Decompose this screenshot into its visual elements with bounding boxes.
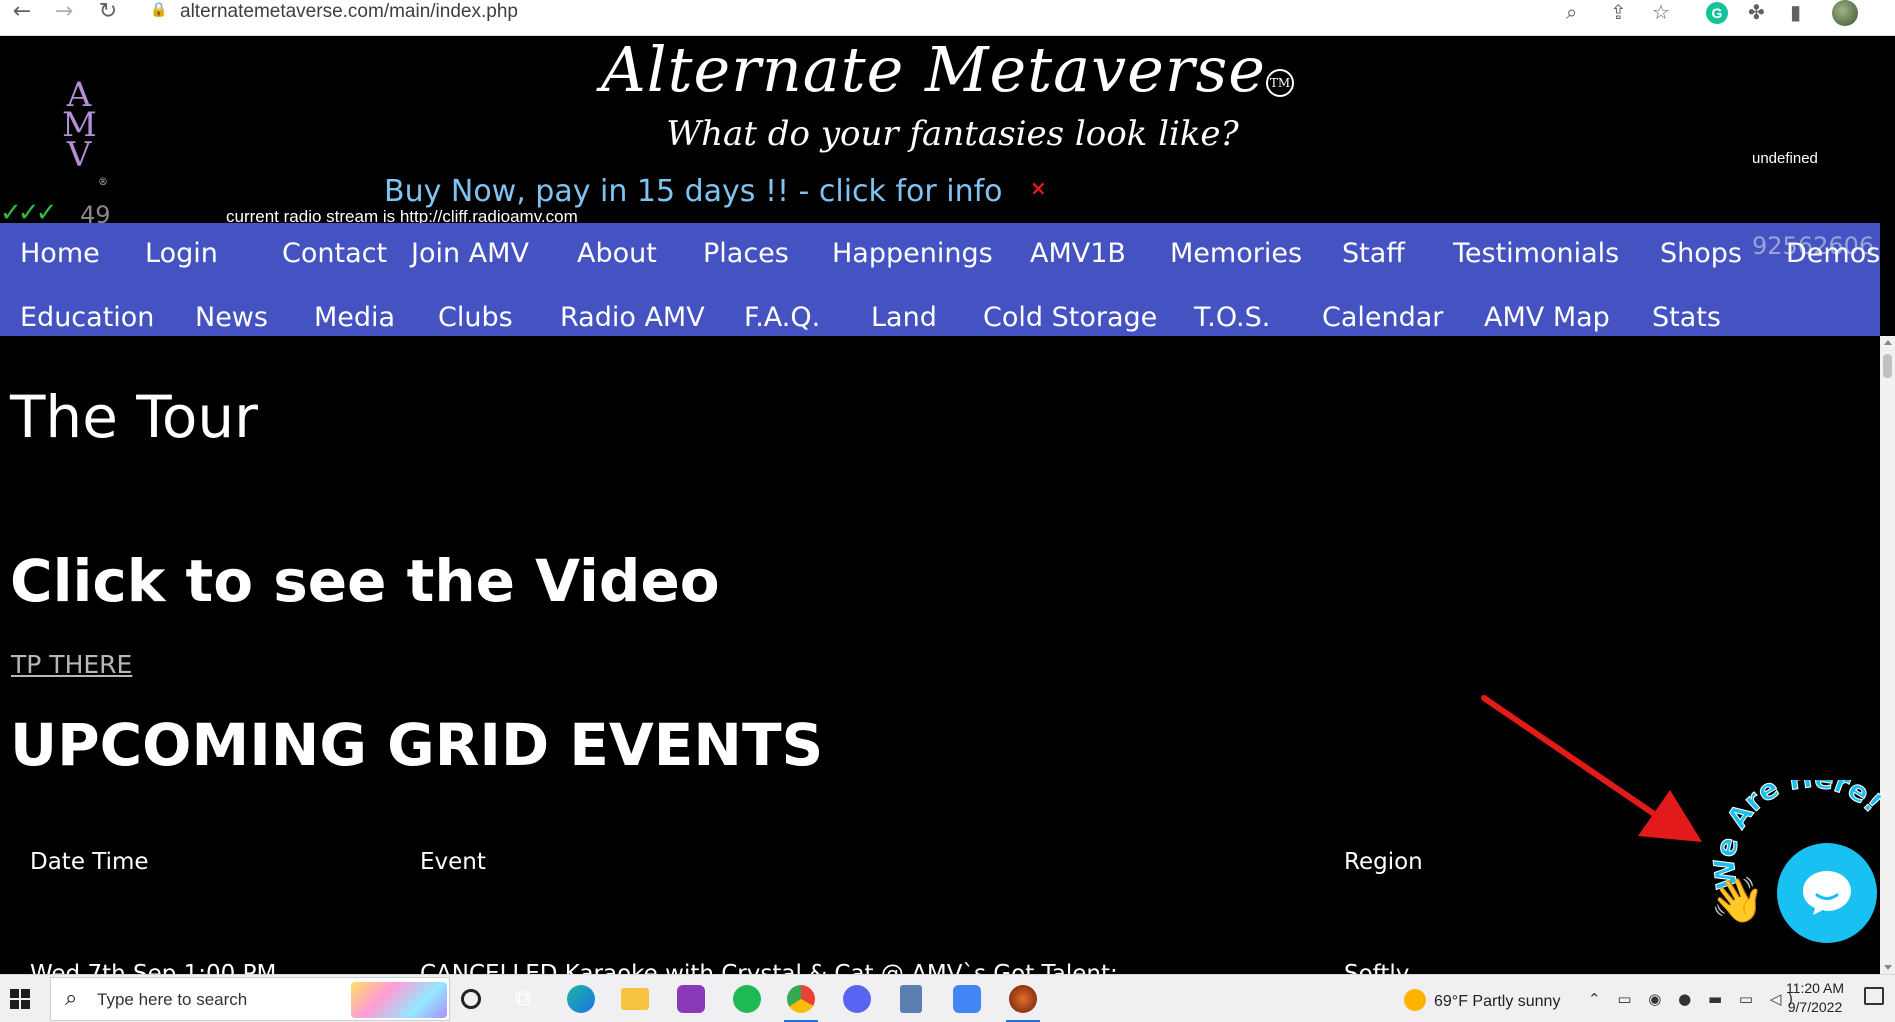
system-tray-icons[interactable]: ⌃ ▭ ◉ ● ▬ ▭ ◁) xyxy=(1588,989,1799,1009)
site-title: Alternate Metaverse TM xyxy=(0,36,1895,104)
clock-time: 11:20 AM xyxy=(1785,980,1845,996)
nav-login[interactable]: Login xyxy=(145,237,218,271)
nav-clubs[interactable]: Clubs xyxy=(438,301,513,335)
file-explorer-icon[interactable] xyxy=(618,981,652,1017)
nav-education[interactable]: Education xyxy=(20,301,154,335)
upcoming-events-heading: UPCOMING GRID EVENTS xyxy=(10,711,824,779)
profile-avatar[interactable] xyxy=(1832,0,1858,26)
windows-start-icon[interactable] xyxy=(10,989,30,1009)
notification-center-icon[interactable] xyxy=(1864,987,1884,1005)
nav-staff[interactable]: Staff xyxy=(1342,237,1405,271)
tp-there-link[interactable]: TP THERE xyxy=(11,650,132,680)
calculator-icon[interactable] xyxy=(894,981,928,1017)
scroll-down-arrow-icon[interactable] xyxy=(1884,965,1892,970)
partly-sunny-icon xyxy=(1404,989,1426,1011)
waving-hand-icon: 👋 xyxy=(1710,875,1765,926)
nav-news[interactable]: News xyxy=(195,301,268,335)
site-header: AMV ® Alternate Metaverse TM What do your… xyxy=(0,36,1895,228)
nav-stats[interactable]: Stats xyxy=(1652,301,1721,335)
address-bar[interactable]: alternatemetaverse.com/main/index.php xyxy=(180,0,518,24)
taskbar-clock[interactable]: 11:20 AM 9/7/2022 xyxy=(1780,979,1850,1017)
nav-join-amv[interactable]: Join AMV xyxy=(411,237,529,271)
task-view-icon[interactable]: ⧉ xyxy=(506,981,540,1017)
nav-happenings[interactable]: Happenings xyxy=(832,237,993,271)
scrollbar-thumb[interactable] xyxy=(1883,354,1892,378)
nav-faq[interactable]: F.A.Q. xyxy=(744,301,820,335)
discord-icon[interactable] xyxy=(840,981,874,1017)
side-panel-icon[interactable]: ▮ xyxy=(1790,0,1801,24)
game-app-icon[interactable] xyxy=(1006,981,1040,1022)
clock-date: 9/7/2022 xyxy=(1787,999,1843,1015)
main-navigation: 92562606 Home Login Contact Join AMV Abo… xyxy=(0,223,1880,336)
nav-tos[interactable]: T.O.S. xyxy=(1194,301,1270,335)
google-app-icon[interactable] xyxy=(950,981,984,1017)
nav-media[interactable]: Media xyxy=(314,301,395,335)
chat-button[interactable] xyxy=(1777,843,1877,943)
reload-icon[interactable]: ↻ xyxy=(94,0,122,26)
weather-text: 69°F Partly sunny xyxy=(1434,993,1561,1010)
main-content: The Tour Click to see the Video TP THERE… xyxy=(0,336,1880,974)
spotify-icon[interactable] xyxy=(730,981,764,1017)
podcast-app-icon[interactable] xyxy=(674,981,708,1017)
search-icon: ⌕ xyxy=(65,986,78,1011)
tour-heading: The Tour xyxy=(10,383,258,451)
nav-contact[interactable]: Contact xyxy=(282,237,387,271)
chrome-browser-icon[interactable] xyxy=(784,981,818,1022)
search-placeholder: Type here to search xyxy=(97,990,248,1009)
back-arrow-icon[interactable]: ← xyxy=(8,0,36,26)
nav-about[interactable]: About xyxy=(577,237,657,271)
buy-now-promo-link[interactable]: Buy Now, pay in 15 days !! - click for i… xyxy=(384,174,1003,210)
scroll-up-arrow-icon[interactable] xyxy=(1884,340,1892,345)
zoom-icon[interactable]: ⌕ xyxy=(1566,0,1577,24)
nav-cold-storage[interactable]: Cold Storage xyxy=(983,301,1157,335)
nav-amv1b[interactable]: AMV1B xyxy=(1030,237,1126,271)
event-row-datetime: Wed 7th Sep 1:00 PM xyxy=(30,961,277,974)
nav-radio-amv[interactable]: Radio AMV xyxy=(560,301,705,335)
nav-memories[interactable]: Memories xyxy=(1170,237,1302,271)
site-title-text: Alternate Metaverse xyxy=(601,33,1266,106)
forward-arrow-icon[interactable]: → xyxy=(50,0,78,26)
taskbar-search-box[interactable]: ⌕ Type here to search xyxy=(50,977,450,1021)
column-header-datetime: Date Time xyxy=(30,849,149,875)
edge-browser-icon[interactable] xyxy=(564,981,598,1017)
bookmark-star-icon[interactable]: ☆ xyxy=(1652,0,1670,24)
site-tagline: What do your fantasies look like? xyxy=(666,114,1239,154)
red-arrow-icon xyxy=(1481,695,1702,842)
windows-taskbar: ⌕ Type here to search ⧉ 69°F Partly sunn… xyxy=(0,974,1895,1022)
close-promo-icon[interactable]: × xyxy=(1030,176,1047,200)
nav-shops[interactable]: Shops xyxy=(1660,237,1742,271)
browser-toolbar: ← → ↻ 🔒 alternatemetaverse.com/main/inde… xyxy=(0,0,1895,36)
event-row-region: Softly xyxy=(1344,961,1410,974)
share-icon[interactable]: ⇪ xyxy=(1610,0,1627,24)
nav-demos[interactable]: Demos xyxy=(1786,237,1880,271)
weather-widget[interactable]: 69°F Partly sunny xyxy=(1404,989,1560,1012)
nav-home[interactable]: Home xyxy=(20,237,100,271)
registered-mark: ® xyxy=(98,177,108,188)
column-header-region: Region xyxy=(1344,849,1423,875)
lock-icon[interactable]: 🔒 xyxy=(150,2,167,18)
cortana-icon[interactable] xyxy=(454,981,488,1017)
nav-calendar[interactable]: Calendar xyxy=(1322,301,1443,335)
chat-bubble-icon xyxy=(1803,871,1851,915)
nav-amv-map[interactable]: AMV Map xyxy=(1484,301,1610,335)
undefined-label: undefined xyxy=(1752,150,1818,167)
extensions-puzzle-icon[interactable]: ✤ xyxy=(1748,0,1765,24)
search-highlight-image xyxy=(351,982,447,1018)
nav-testimonials[interactable]: Testimonials xyxy=(1453,237,1619,271)
video-heading-link[interactable]: Click to see the Video xyxy=(10,548,720,614)
nav-land[interactable]: Land xyxy=(871,301,937,335)
nav-places[interactable]: Places xyxy=(703,237,789,271)
trademark-badge: TM xyxy=(1265,69,1294,97)
grammarly-extension-icon[interactable]: G xyxy=(1706,2,1728,24)
column-header-event: Event xyxy=(420,849,486,875)
event-row-title: CANCELLED Karaoke with Crystal & Cat @ A… xyxy=(420,961,1118,974)
